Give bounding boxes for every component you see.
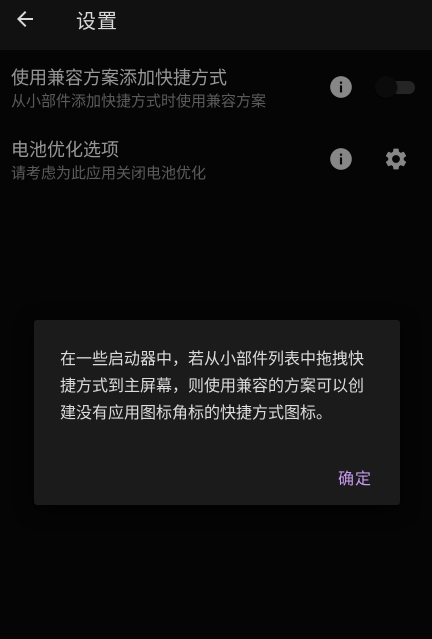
back-button[interactable] xyxy=(10,4,40,34)
page-title: 设置 xyxy=(76,9,118,33)
arrow-back-icon xyxy=(17,11,33,27)
dialog-message: 在一些启动器中，若从小部件列表中拖拽快捷方式到主屏幕，则使用兼容的方案可以创建没… xyxy=(60,349,365,422)
app-toolbar: 设置 xyxy=(0,0,432,50)
ok-button[interactable]: 确定 xyxy=(338,465,372,489)
settings-screen: 设置 使用兼容方案添加快捷方式 从小部件添加快捷方式时使用兼容方案 电池优化选项… xyxy=(0,0,432,639)
info-dialog: 在一些启动器中，若从小部件列表中拖拽快捷方式到主屏幕，则使用兼容的方案可以创建没… xyxy=(34,320,400,505)
